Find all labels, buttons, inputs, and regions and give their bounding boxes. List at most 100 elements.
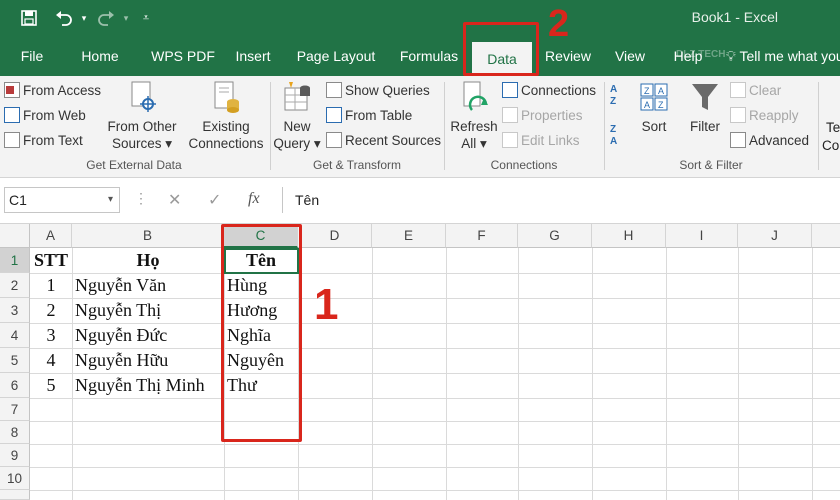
gridline	[446, 248, 447, 500]
undo-icon[interactable]	[52, 6, 76, 30]
tab-insert[interactable]: Insert	[226, 36, 280, 76]
column-header-k[interactable]	[812, 224, 840, 248]
show-queries-button[interactable]: Show Queries	[326, 82, 430, 98]
text-file-icon	[4, 132, 20, 148]
more-options-icon[interactable]: ⋮	[134, 190, 148, 207]
cell-a2[interactable]: 1	[30, 273, 72, 298]
svg-text:Z: Z	[658, 100, 664, 110]
tab-page-layout[interactable]: Page Layout	[290, 36, 382, 76]
column-header-d[interactable]: D	[298, 224, 372, 248]
clear-filter-icon	[730, 82, 746, 98]
from-access-button[interactable]: From Access	[4, 82, 101, 98]
row-header-7[interactable]: 7	[0, 398, 30, 421]
name-box[interactable]: C1 ▾	[4, 187, 120, 213]
title-bar: ▾ ▾ ⩡ Book1 - Excel	[0, 0, 840, 36]
group-label-connections: Connections	[490, 158, 558, 172]
cell-a1[interactable]: STT	[30, 248, 72, 273]
edit-links-label: Edit Links	[521, 132, 580, 148]
tab-wps-pdf[interactable]: WPS PDF	[140, 36, 226, 76]
gridline	[518, 248, 519, 500]
new-query-label-2: Query ▾	[273, 136, 321, 151]
tab-file[interactable]: File	[10, 36, 54, 76]
cell-b1[interactable]: Họ	[72, 248, 224, 273]
row-header-5[interactable]: 5	[0, 348, 30, 373]
advanced-filter-button[interactable]: Advanced	[730, 132, 809, 148]
column-header-i[interactable]: I	[666, 224, 738, 248]
edit-links-button[interactable]: Edit Links	[502, 132, 580, 148]
chevron-down-icon[interactable]: ▾	[108, 188, 113, 212]
gridline	[738, 248, 739, 500]
cell-b2[interactable]: Nguyễn Văn	[72, 273, 166, 298]
enter-icon[interactable]: ✓	[208, 190, 221, 210]
row-header-11[interactable]	[0, 490, 30, 500]
customize-qat-icon[interactable]: ⩡	[138, 6, 154, 30]
from-access-label: From Access	[23, 82, 102, 98]
cell-b3[interactable]: Nguyễn Thị	[72, 298, 161, 323]
sort-az-icon[interactable]: AZ	[610, 84, 630, 114]
cell-b6[interactable]: Nguyễn Thị Minh	[72, 373, 205, 398]
from-web-button[interactable]: From Web	[4, 107, 86, 123]
group-label-sort-filter: Sort & Filter	[679, 158, 743, 172]
redo-dropdown-icon[interactable]: ▾	[120, 6, 132, 30]
tab-view[interactable]: View	[608, 36, 652, 76]
annotation-number-2: 2	[548, 3, 570, 45]
undo-dropdown-icon[interactable]: ▾	[78, 6, 90, 30]
tab-home[interactable]: Home	[70, 36, 130, 76]
formula-bar: C1 ▾ ⋮ ✕ ✓ fx Tên	[0, 178, 840, 224]
filter-button[interactable]: Filter	[684, 80, 726, 135]
gridline	[30, 490, 840, 491]
column-header-j[interactable]: J	[738, 224, 812, 248]
row-header-2[interactable]: 2	[0, 273, 30, 298]
connections-button[interactable]: Connections	[502, 82, 596, 98]
column-header-a[interactable]: A	[30, 224, 72, 248]
row-header-1[interactable]: 1	[0, 248, 30, 273]
properties-button[interactable]: Properties	[502, 107, 583, 123]
cell-b5[interactable]: Nguyễn Hữu	[72, 348, 168, 373]
from-other-sources-button[interactable]: From Other Sources ▾	[102, 80, 182, 152]
save-icon[interactable]	[18, 6, 40, 30]
row-header-8[interactable]: 8	[0, 421, 30, 444]
cancel-icon[interactable]: ✕	[168, 190, 181, 210]
clear-filter-button[interactable]: Clear	[730, 82, 781, 98]
cell-b4[interactable]: Nguyễn Đức	[72, 323, 167, 348]
clear-label: Clear	[749, 82, 782, 98]
row-header-4[interactable]: 4	[0, 323, 30, 348]
svg-text:A: A	[658, 86, 664, 96]
formula-input[interactable]: Tên	[282, 187, 840, 213]
sort-icon: ZAAZ	[638, 80, 670, 114]
cell-a4[interactable]: 3	[30, 323, 72, 348]
new-query-button[interactable]: New Query ▾	[272, 80, 322, 152]
redo-icon[interactable]	[94, 6, 118, 30]
row-header-3[interactable]: 3	[0, 298, 30, 323]
column-header-e[interactable]: E	[372, 224, 446, 248]
gridline	[30, 421, 840, 422]
column-header-f[interactable]: F	[446, 224, 518, 248]
group-label-get-external-data: Get External Data	[86, 158, 182, 172]
row-header-9[interactable]: 9	[0, 444, 30, 467]
tab-formulas[interactable]: Formulas	[392, 36, 466, 76]
sort-za-icon[interactable]: ZA	[610, 124, 630, 154]
from-table-button[interactable]: From Table	[326, 107, 412, 123]
row-header-6[interactable]: 6	[0, 373, 30, 398]
properties-label: Properties	[521, 107, 583, 123]
from-text-label: From Text	[23, 132, 83, 148]
cell-a5[interactable]: 4	[30, 348, 72, 373]
reapply-button[interactable]: Reapply	[730, 107, 799, 123]
insert-function-icon[interactable]: fx	[248, 190, 260, 208]
select-all-corner[interactable]	[0, 224, 30, 248]
watermark-logo: DLZ TECH	[676, 49, 726, 60]
svg-text:A: A	[644, 100, 650, 110]
column-header-h[interactable]: H	[592, 224, 666, 248]
recent-sources-button[interactable]: Recent Sources	[326, 132, 441, 148]
row-header-10[interactable]: 10	[0, 467, 30, 490]
sort-button[interactable]: ZAAZ Sort	[634, 80, 674, 135]
existing-connections-button[interactable]: Existing Connections	[186, 80, 266, 152]
column-header-g[interactable]: G	[518, 224, 592, 248]
new-query-label-1: New	[283, 119, 311, 134]
cell-a3[interactable]: 2	[30, 298, 72, 323]
from-text-button[interactable]: From Text	[4, 132, 83, 148]
refresh-all-button[interactable]: Refresh All ▾	[448, 80, 500, 152]
column-header-b[interactable]: B	[72, 224, 224, 248]
cell-a6[interactable]: 5	[30, 373, 72, 398]
annotation-box-data-tab	[463, 22, 539, 76]
